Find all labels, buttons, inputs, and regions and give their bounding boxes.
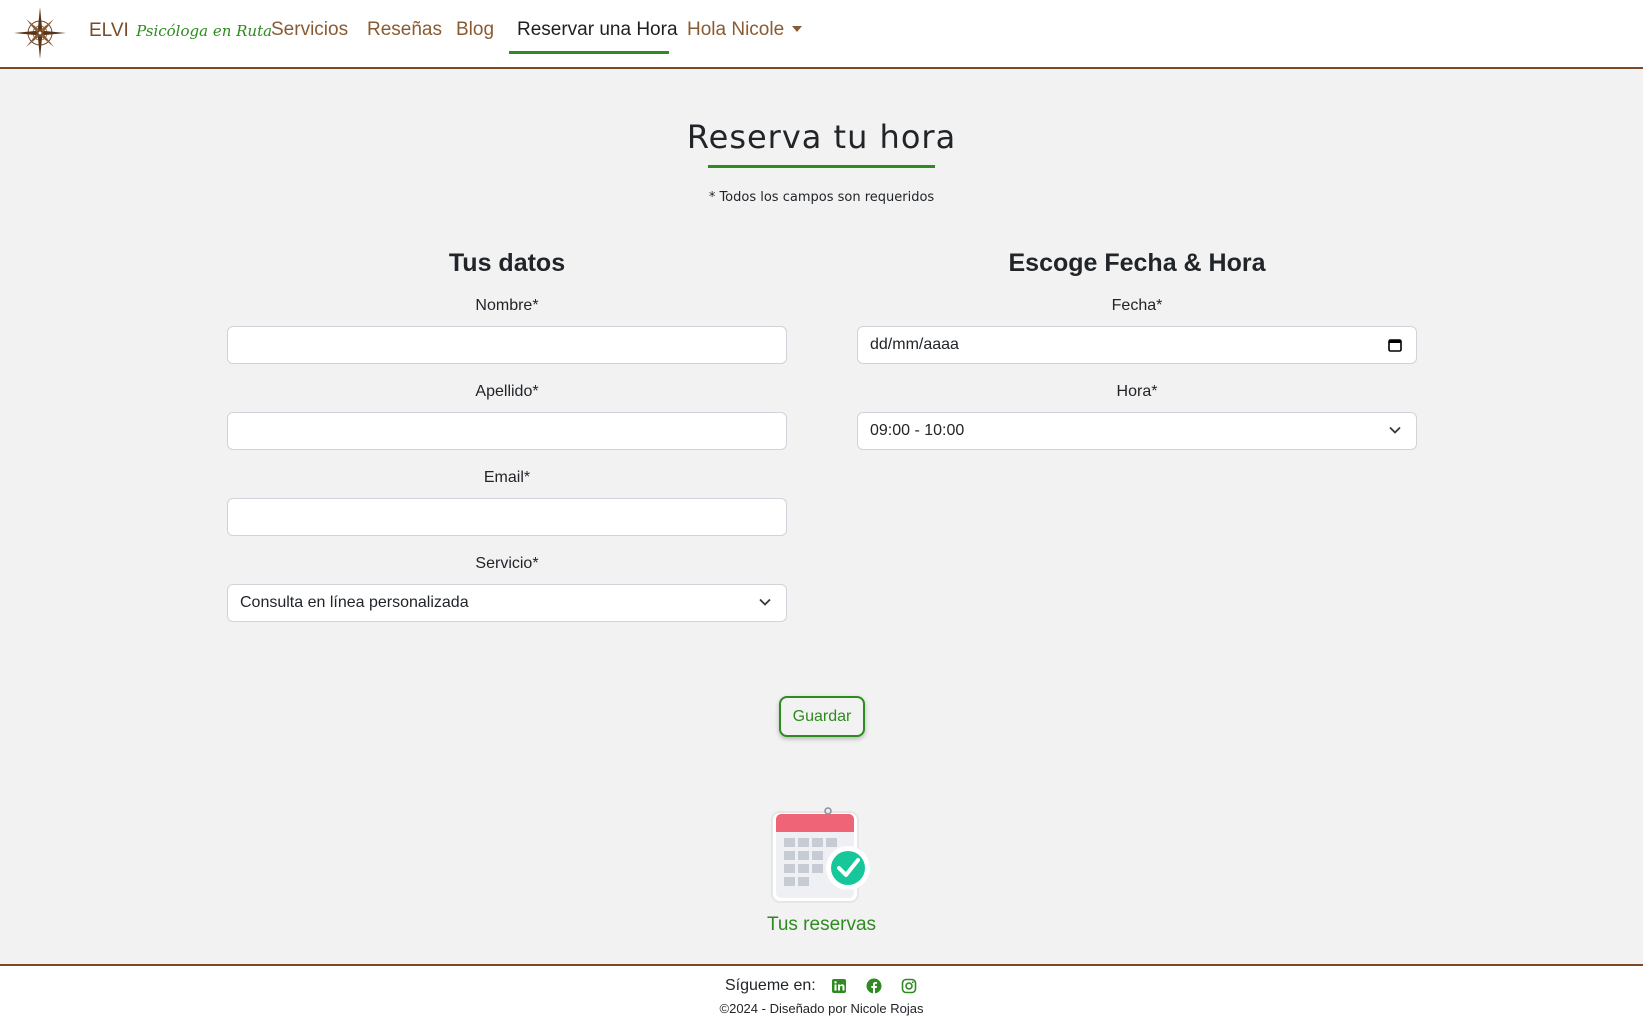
calendar-check-icon[interactable] bbox=[770, 806, 874, 908]
chevron-down-icon bbox=[1389, 426, 1401, 434]
nav-servicios[interactable]: Servicios bbox=[271, 19, 348, 41]
chevron-down-icon bbox=[759, 598, 771, 606]
navbar: ELVI Psicóloga en Ruta Servicios Reseñas… bbox=[0, 0, 1643, 69]
nav-resenas[interactable]: Reseñas bbox=[367, 19, 442, 41]
brand-tagline: Psicóloga en Ruta bbox=[136, 22, 273, 40]
hora-select[interactable]: 09:00 - 10:00 bbox=[857, 412, 1417, 450]
email-input[interactable] bbox=[227, 498, 787, 536]
nav-blog[interactable]: Blog bbox=[456, 19, 494, 41]
apellido-label: Apellido* bbox=[475, 383, 539, 400]
copyright: ©2024 - Diseñado por Nicole Rojas bbox=[719, 1001, 924, 1016]
brand[interactable]: ELVI Psicóloga en Ruta bbox=[89, 20, 272, 42]
servicio-select[interactable]: Consulta en línea personalizada bbox=[227, 584, 787, 622]
linkedin-icon[interactable] bbox=[831, 978, 847, 994]
caret-down-icon bbox=[792, 26, 803, 32]
nav-reservar[interactable]: Reservar una Hora bbox=[517, 19, 678, 41]
brand-name: ELVI bbox=[89, 20, 129, 41]
nombre-label: Nombre* bbox=[475, 297, 539, 314]
active-nav-indicator bbox=[509, 51, 669, 54]
servicio-selected-value: Consulta en línea personalizada bbox=[240, 594, 469, 611]
email-label: Email* bbox=[483, 469, 531, 486]
servicio-label: Servicio* bbox=[475, 555, 539, 572]
personal-data-title: Tus datos bbox=[448, 249, 566, 277]
hora-label: Hora* bbox=[1116, 383, 1158, 400]
save-button[interactable]: Guardar bbox=[779, 696, 865, 737]
user-menu-label: Hola Nicole bbox=[687, 19, 785, 40]
calendar-icon[interactable] bbox=[1388, 338, 1402, 352]
nombre-input[interactable] bbox=[227, 326, 787, 364]
schedule-title: Escoge Fecha & Hora bbox=[1008, 249, 1266, 277]
follow-label: Sígueme en: bbox=[725, 977, 816, 994]
compass-logo-icon[interactable] bbox=[13, 6, 67, 60]
facebook-icon[interactable] bbox=[866, 978, 882, 994]
instagram-icon[interactable] bbox=[901, 978, 917, 994]
apellido-input[interactable] bbox=[227, 412, 787, 450]
required-note: * Todos los campos son requeridos bbox=[708, 190, 935, 205]
fecha-label: Fecha* bbox=[1111, 297, 1163, 314]
user-menu-dropdown[interactable]: Hola Nicole bbox=[687, 19, 803, 41]
tus-reservas-link[interactable]: Tus reservas bbox=[0, 914, 1643, 936]
hora-selected-value: 09:00 - 10:00 bbox=[870, 422, 965, 439]
title-underline bbox=[708, 165, 935, 168]
fecha-date-input[interactable]: dd/mm/aaaa bbox=[857, 326, 1417, 364]
fecha-placeholder: dd/mm/aaaa bbox=[870, 336, 959, 353]
footer: Sígueme en: ©2024 - Diseñado por Nicole … bbox=[0, 964, 1643, 1019]
page-title: Reserva tu hora bbox=[686, 118, 957, 156]
